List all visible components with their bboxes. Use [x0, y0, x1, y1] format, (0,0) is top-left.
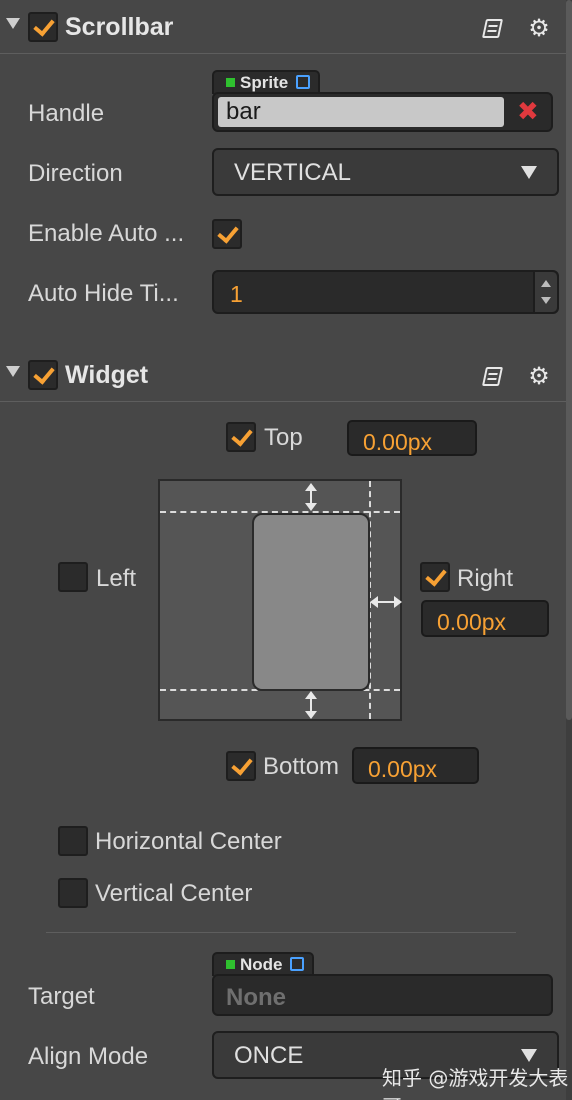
target-field[interactable]: None [212, 974, 553, 1016]
gear-icon[interactable]: ⚙ [527, 16, 551, 40]
right-checkbox[interactable] [420, 562, 450, 592]
gear-icon[interactable]: ⚙ [527, 364, 551, 388]
enable-auto-hide-label: Enable Auto ... [28, 220, 185, 247]
direction-label: Direction [28, 160, 123, 187]
top-label: Top [264, 424, 303, 451]
widget-enabled-checkbox[interactable] [28, 360, 58, 390]
scrollbar-enabled-checkbox[interactable] [28, 12, 58, 42]
node-type-label: Node [240, 955, 283, 974]
direction-dropdown[interactable]: VERTICAL [212, 148, 559, 196]
align-mode-label: Align Mode [28, 1043, 149, 1070]
stepper-up-icon[interactable] [541, 280, 551, 287]
handle-value: bar [226, 98, 261, 125]
left-checkbox[interactable] [58, 562, 88, 592]
external-link-icon[interactable] [290, 957, 305, 971]
type-dot-icon [226, 960, 235, 969]
handle-label: Handle [28, 100, 105, 127]
vertical-center-checkbox[interactable] [58, 878, 88, 908]
sprite-type-tag: Sprite [212, 70, 320, 94]
widget-section-title: Widget [65, 361, 149, 389]
fold-triangle-icon[interactable] [6, 18, 20, 29]
panel-scrollbar-thumb[interactable] [566, 0, 572, 720]
widget-section-header: Widget ⚙ [0, 348, 572, 402]
horizontal-center-checkbox[interactable] [58, 826, 88, 856]
bottom-margin-arrow-icon [305, 691, 317, 719]
right-offset-value: 0.00px [437, 609, 507, 635]
right-offset-input[interactable]: 0.00px [421, 600, 549, 637]
vertical-center-label: Vertical Center [95, 880, 253, 907]
book-icon[interactable] [481, 367, 504, 386]
aligned-node-preview [252, 513, 370, 691]
target-label: Target [28, 983, 95, 1010]
align-mode-value: ONCE [234, 1042, 304, 1069]
scrollbar-section-header: Scrollbar ⚙ [0, 0, 572, 54]
top-margin-arrow-icon [305, 483, 317, 511]
handle-field[interactable]: bar ✖ [212, 92, 553, 132]
right-margin-arrow-icon [370, 596, 402, 608]
book-icon[interactable] [481, 19, 504, 38]
sprite-type-label: Sprite [240, 73, 289, 92]
divider [46, 932, 516, 933]
top-checkbox[interactable] [226, 422, 256, 452]
auto-hide-time-label: Auto Hide Ti... [28, 280, 179, 307]
bottom-offset-input[interactable]: 0.00px [352, 747, 479, 784]
fold-triangle-icon[interactable] [6, 366, 20, 377]
horizontal-center-label: Horizontal Center [95, 828, 282, 855]
top-offset-value: 0.00px [363, 429, 433, 455]
bottom-checkbox[interactable] [226, 751, 256, 781]
right-label: Right [457, 565, 514, 592]
widget-alignment-diagram [158, 479, 402, 721]
bottom-offset-value: 0.00px [368, 756, 438, 782]
enable-auto-hide-checkbox[interactable] [212, 219, 242, 249]
direction-value: VERTICAL [234, 159, 351, 186]
auto-hide-time-value: 1 [230, 281, 243, 307]
scrollbar-section-title: Scrollbar [65, 13, 174, 41]
left-label: Left [96, 565, 137, 592]
type-dot-icon [226, 78, 235, 87]
watermark-text: 知乎 @游戏开发大表哥 [382, 1066, 569, 1100]
stepper-down-icon[interactable] [541, 297, 551, 304]
chevron-down-icon [521, 166, 537, 179]
chevron-down-icon [521, 1049, 537, 1062]
node-type-tag: Node [212, 952, 315, 976]
auto-hide-time-input[interactable]: 1 [212, 270, 559, 314]
close-icon[interactable]: ✖ [517, 96, 539, 127]
handle-value-box[interactable]: bar [218, 97, 504, 127]
top-offset-input[interactable]: 0.00px [347, 420, 477, 456]
bottom-label: Bottom [263, 753, 340, 780]
external-link-icon[interactable] [295, 75, 310, 89]
number-stepper[interactable] [533, 272, 557, 312]
target-value: None [226, 984, 286, 1011]
